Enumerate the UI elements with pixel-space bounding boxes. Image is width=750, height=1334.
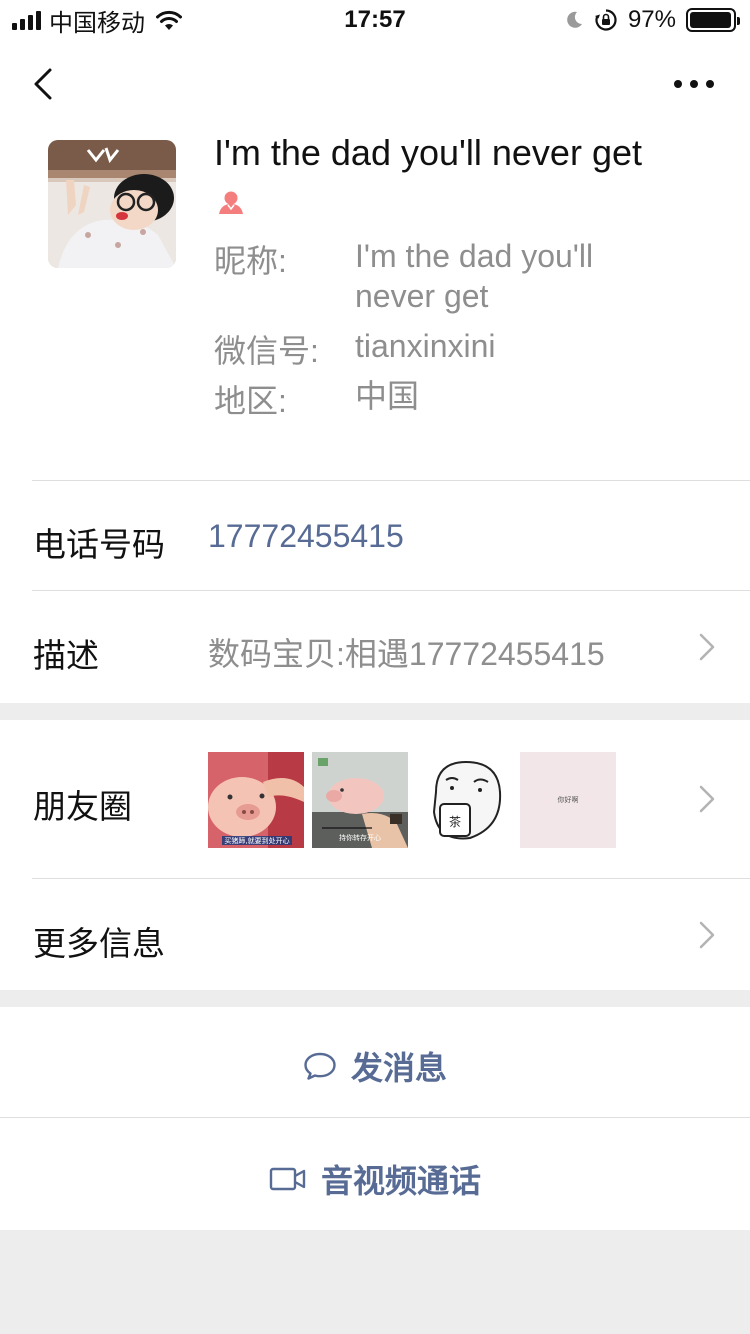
wechat-id-label: 微信号: bbox=[214, 333, 319, 369]
description-label: 描述 bbox=[33, 637, 99, 674]
rotation-lock-icon bbox=[594, 9, 617, 31]
details-group: 电话号码 17772455415 描述 数码宝贝:相遇17772455415 bbox=[0, 480, 750, 703]
nickname-label: 昵称: bbox=[214, 243, 287, 279]
navigation-bar bbox=[0, 40, 750, 130]
video-call-label: 音视频通话 bbox=[320, 1163, 481, 1199]
chevron-left-icon[interactable] bbox=[28, 64, 60, 104]
more-icon[interactable] bbox=[674, 70, 718, 98]
more-info-row[interactable]: 更多信息 bbox=[0, 879, 750, 990]
moments-thumbnail-caption: 你好啊 bbox=[558, 795, 579, 804]
region-value: 中国 bbox=[355, 378, 420, 414]
description-row[interactable]: 描述 数码宝贝:相遇17772455415 bbox=[0, 591, 750, 703]
description-value: 数码宝贝:相遇17772455415 bbox=[208, 636, 605, 672]
region-label: 地区: bbox=[214, 383, 287, 419]
moments-label: 朋友圈 bbox=[33, 788, 132, 825]
more-info-label: 更多信息 bbox=[33, 925, 165, 962]
chevron-right-icon bbox=[699, 921, 715, 949]
chevron-right-icon bbox=[699, 785, 715, 813]
moments-group: 朋友圈 买猪蹄,就要到处开心 持你转存开心 茶 你好啊 更多信息 bbox=[0, 720, 750, 990]
phone-number-link[interactable]: 17772455415 bbox=[208, 518, 404, 555]
chat-bubble-icon bbox=[304, 1052, 336, 1080]
moments-thumbnail-caption: 茶 bbox=[449, 814, 461, 829]
battery-icon bbox=[686, 8, 740, 32]
wechat-id-value: tianxinxini bbox=[355, 328, 496, 364]
moments-thumbnail: 持你转存开心 bbox=[312, 752, 408, 848]
nickname-value: I'm the dad you'll never get bbox=[355, 238, 594, 314]
moments-thumbnail: 你好啊 bbox=[520, 752, 616, 848]
video-call-button[interactable]: 音视频通话 bbox=[0, 1118, 750, 1230]
battery-percent: 97% bbox=[627, 6, 676, 33]
video-camera-icon bbox=[269, 1167, 306, 1191]
phone-row[interactable]: 电话号码 17772455415 bbox=[0, 480, 750, 591]
female-icon bbox=[219, 191, 243, 214]
chevron-right-icon bbox=[699, 633, 715, 661]
avatar[interactable] bbox=[48, 140, 176, 268]
send-message-label: 发消息 bbox=[350, 1050, 447, 1086]
moon-icon bbox=[567, 11, 582, 28]
moments-thumbnail-caption: 买猪蹄,就要到处开心 bbox=[224, 836, 289, 845]
send-message-button[interactable]: 发消息 bbox=[0, 1007, 750, 1117]
moments-row[interactable]: 朋友圈 买猪蹄,就要到处开心 持你转存开心 茶 你好啊 bbox=[0, 720, 750, 878]
profile-name: I'm the dad you'll never get bbox=[214, 132, 642, 173]
moments-thumbnail: 茶 bbox=[416, 752, 512, 848]
phone-label: 电话号码 bbox=[33, 526, 165, 563]
status-bar: 中国移动 17:57 97% bbox=[0, 0, 750, 40]
profile-card: I'm the dad you'll never get 昵称: I'm the… bbox=[0, 130, 750, 480]
moments-thumbnail: 买猪蹄,就要到处开心 bbox=[208, 752, 304, 848]
moments-thumbnail-caption: 持你转存开心 bbox=[339, 833, 381, 842]
